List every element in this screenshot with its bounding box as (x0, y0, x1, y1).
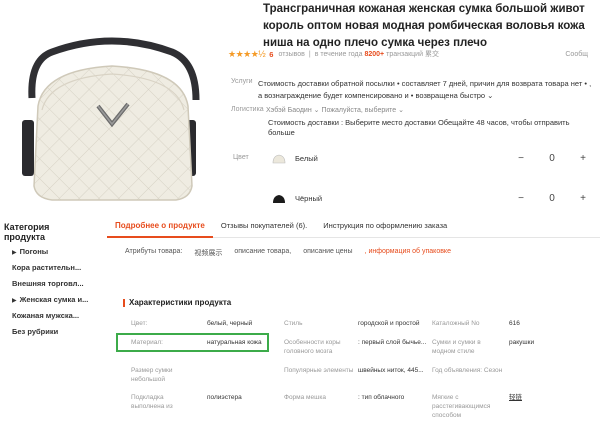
tab-reviews[interactable]: Отзывы покупателей (6). (213, 214, 315, 238)
attr-key: Форма мешка (284, 394, 326, 401)
minus-button[interactable]: − (513, 193, 529, 204)
attr-key: Цвет: (131, 320, 148, 327)
attr-key: Каталожный No (432, 320, 480, 327)
bag-illustration (22, 37, 200, 201)
color-name: Чёрный (295, 193, 323, 203)
category-list: ▶ Погоны Кора растительн... Внешняя торго… (0, 244, 95, 340)
reviews-label: отзывов (278, 50, 305, 58)
category-label: Без рубрики (12, 327, 59, 336)
year-label: в течение года (314, 50, 363, 58)
minus-button[interactable]: − (513, 153, 529, 164)
star-rating-icon: ★★★★½ (228, 48, 266, 59)
color-name: Белый (295, 153, 318, 163)
attr-key: Сумки и сумки в модном стиле (432, 339, 481, 355)
color-option-black[interactable]: Чёрный − 0 + (271, 188, 591, 208)
category-title: Категория продукта (4, 222, 50, 242)
delivery-cost: Стоимость доставки : Выберите место дост… (268, 118, 570, 137)
title-line-1: Трансграничная кожаная женская сумка бол… (263, 3, 585, 15)
tab-product-details[interactable]: Подробнее о продукте (107, 214, 213, 238)
attr-key: Стиль (284, 320, 303, 327)
quantity-stepper[interactable]: − 0 + (513, 189, 591, 207)
attr-key: Подкладка выполнена из (131, 394, 173, 410)
expand-arrow-icon: ▶ (12, 250, 17, 256)
category-label: Кожаная мужска... (12, 311, 80, 320)
category-item[interactable]: Внешняя торговл... (0, 276, 95, 292)
black-bag-thumbnail-icon (273, 194, 285, 203)
subnav-packaging-link[interactable]: , информация об упаковке (365, 248, 451, 258)
attr-key: Год объявления: Сезон (432, 367, 503, 374)
attr-value: белый, черный (207, 320, 253, 327)
plus-button[interactable]: + (575, 193, 591, 204)
attr-key: Мягкие с расстегивающимся способом (432, 394, 491, 419)
attr-value: полиэстера (207, 394, 242, 401)
services-text[interactable]: Стоимость доставки обратной посылки • со… (258, 78, 593, 102)
logistics-label: Логистика (231, 106, 264, 113)
highlight-box (116, 333, 269, 352)
category-item[interactable]: ▶ Женская сумка и... (0, 292, 95, 308)
attr-key: Особенности коры головного мозга (284, 339, 341, 355)
color-option-white[interactable]: Белый − 0 + (271, 148, 591, 168)
category-item[interactable]: Кора растительн... (0, 260, 95, 276)
attr-value: ракушки (509, 339, 535, 346)
product-image[interactable] (0, 0, 225, 212)
category-label: Внешняя торговл... (12, 279, 84, 288)
title-line-2: король оптом новая модная ромбическая во… (263, 20, 585, 32)
attr-key: Популярные элементы (284, 367, 354, 374)
category-label: Кора растительн... (12, 263, 82, 272)
category-label: Женская сумка и... (19, 295, 89, 304)
color-label: Цвет (233, 154, 249, 161)
subnav-price-link[interactable]: описание цены (303, 248, 352, 258)
subnav-video-link[interactable]: 视频展示 (194, 248, 222, 258)
review-count[interactable]: 6 (269, 50, 273, 59)
report-link[interactable]: Сообщ (565, 51, 588, 58)
rating-row: ★★★★½ 6 отзывов | в течение года 8200+ т… (228, 47, 588, 61)
services-label: Услуги (231, 78, 253, 85)
quantity-value[interactable]: 0 (544, 193, 560, 204)
quantity-value[interactable]: 0 (544, 153, 560, 164)
separator: | (308, 50, 311, 58)
white-bag-thumbnail-icon (272, 154, 286, 163)
attr-key: Размер сумки небольшой (131, 367, 173, 383)
quantity-stepper[interactable]: − 0 + (513, 149, 591, 167)
sales-count: 8200+ (364, 50, 385, 58)
product-title: Трансграничная кожаная женская сумка бол… (263, 1, 593, 52)
attr-value: городской и простой (358, 320, 420, 327)
attribute-subnav: Атрибуты товара: 视频展示 описание товара, о… (125, 248, 463, 258)
attr-value: : тип облачного (358, 394, 405, 401)
section-title: Характеристики продукта (123, 299, 231, 307)
plus-button[interactable]: + (575, 153, 591, 164)
subnav-label: Атрибуты товара: (125, 248, 183, 255)
category-item[interactable]: ▶ Погоны (0, 244, 95, 260)
expand-arrow-icon: ▶ (12, 298, 17, 304)
logistics-location-select[interactable]: Хэбэй Баодин ⌄ Пожалуйста, выберите ⌄ (266, 106, 404, 114)
attr-value: : первый слой бычье... (358, 339, 427, 346)
attr-value: швейных ниток, 445... (358, 367, 424, 374)
category-item[interactable]: Кожаная мужска... (0, 308, 95, 324)
sales-label: транзакций 累交 (386, 51, 439, 58)
subnav-description-link[interactable]: описание товара, (234, 248, 291, 258)
detail-tabs: Подробнее о продукте Отзывы покупателей … (107, 214, 600, 238)
category-item[interactable]: Без рубрики (0, 324, 95, 340)
attr-value: 轻链 (509, 394, 522, 401)
attr-value: 616 (509, 320, 520, 327)
tab-order-instructions[interactable]: Инструкция по оформлению заказа (315, 214, 455, 238)
category-label: Погоны (19, 247, 49, 256)
